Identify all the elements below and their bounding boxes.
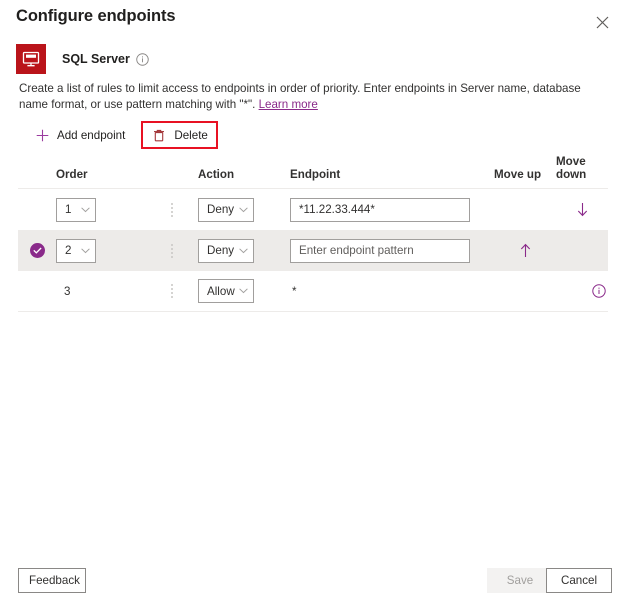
action-dropdown[interactable]: Allow <box>198 279 254 303</box>
order-static-value: 3 <box>64 285 71 298</box>
add-endpoint-button[interactable]: Add endpoint <box>28 124 131 146</box>
chevron-down-icon <box>81 247 90 254</box>
row-action-cell: Allow <box>198 279 290 303</box>
chevron-down-icon <box>81 206 90 213</box>
action-dropdown-value: Allow <box>207 284 235 298</box>
grid-header-handle <box>152 181 198 188</box>
configure-endpoints-panel: Configure endpoints SQL Server Create a … <box>0 0 626 609</box>
endpoint-static-value: * <box>292 285 297 298</box>
grid-header-move-down: Move down <box>556 155 587 181</box>
info-icon[interactable] <box>136 52 149 66</box>
move-down-arrow-icon[interactable] <box>572 200 592 220</box>
row-move-up-cell <box>494 241 556 261</box>
delete-button[interactable]: Delete <box>145 124 214 146</box>
grid-header-select <box>18 181 56 188</box>
action-dropdown-value: Deny <box>207 203 235 216</box>
close-icon[interactable] <box>588 8 616 36</box>
grid-header-order: Order <box>56 168 88 181</box>
grid-header-endpoint: Endpoint <box>290 168 341 181</box>
row-action-cell: Deny <box>198 238 290 263</box>
row-endpoint-cell: * <box>290 282 494 300</box>
learn-more-link[interactable]: Learn more <box>259 98 318 111</box>
sql-server-icon <box>16 44 46 74</box>
feedback-button[interactable]: Feedback <box>18 568 86 593</box>
delete-button-label: Delete <box>174 128 208 142</box>
row-select-cell[interactable] <box>18 243 56 258</box>
chevron-down-icon <box>239 247 248 254</box>
order-dropdown-value: 2 <box>65 244 72 257</box>
command-bar: Add endpoint Delete <box>28 121 218 149</box>
drag-handle-icon[interactable] <box>170 202 173 217</box>
delete-button-highlight: Delete <box>141 121 218 149</box>
panel-header: Configure endpoints <box>0 0 626 40</box>
grid-header-move-up: Move up <box>494 168 542 181</box>
row-info-icon[interactable] <box>592 284 606 298</box>
chevron-down-icon <box>239 206 248 213</box>
endpoints-grid: Order Action Endpoint Move up Move down … <box>18 155 608 312</box>
trash-icon <box>151 127 167 143</box>
row-action-cell: Deny <box>198 197 290 222</box>
row-endpoint-cell <box>290 238 494 263</box>
drag-handle-icon[interactable] <box>170 284 173 298</box>
row-endpoint-cell <box>290 197 494 222</box>
row-move-down-cell <box>556 200 608 220</box>
grid-header-row: Order Action Endpoint Move up Move down <box>18 155 608 189</box>
table-row[interactable]: 3 Allow * <box>18 271 608 312</box>
row-order-cell: 1 <box>56 197 152 222</box>
action-dropdown[interactable]: Deny <box>198 238 254 263</box>
add-endpoint-label: Add endpoint <box>57 128 126 142</box>
row-order-cell: 2 <box>56 238 152 263</box>
order-dropdown-value: 1 <box>65 203 72 216</box>
endpoint-input[interactable] <box>290 197 470 222</box>
row-drag-cell <box>152 202 198 217</box>
row-selected-check-icon[interactable] <box>29 243 45 258</box>
grid-header-action: Action <box>198 168 235 181</box>
row-drag-cell <box>152 284 198 298</box>
resource-name: SQL Server <box>62 52 130 66</box>
page-title: Configure endpoints <box>16 7 176 25</box>
action-dropdown[interactable]: Deny <box>198 197 254 222</box>
table-row[interactable]: 1 Deny <box>18 189 608 230</box>
panel-footer: Feedback Save Cancel <box>0 555 626 609</box>
endpoint-input[interactable] <box>290 238 470 263</box>
row-order-cell: 3 <box>56 282 152 300</box>
table-row[interactable]: 2 Deny <box>18 230 608 271</box>
cancel-button[interactable]: Cancel <box>546 568 612 593</box>
move-up-arrow-icon[interactable] <box>515 241 535 261</box>
order-dropdown[interactable]: 1 <box>56 197 96 222</box>
resource-row: SQL Server <box>16 44 149 74</box>
action-dropdown-value: Deny <box>207 244 235 257</box>
plus-icon <box>34 127 50 143</box>
chevron-down-icon <box>239 288 248 294</box>
save-button[interactable]: Save <box>487 568 553 593</box>
drag-handle-icon[interactable] <box>170 243 173 258</box>
row-drag-cell <box>152 243 198 258</box>
order-dropdown[interactable]: 2 <box>56 238 96 263</box>
panel-description: Create a list of rules to limit access t… <box>19 81 609 113</box>
